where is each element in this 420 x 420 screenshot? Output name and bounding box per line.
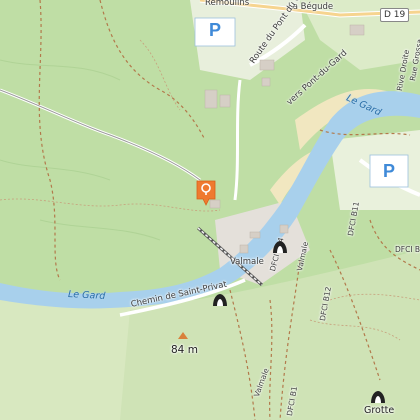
parking-icon-east[interactable]: P (376, 159, 402, 183)
road-shield-d19: D 19 (380, 8, 410, 22)
map-canvas[interactable]: Remoulins La Bégude D 19 Route du Pont d… (0, 0, 420, 420)
label-elevation: 84 m (171, 344, 198, 356)
label-valmale-town: Valmale (230, 257, 264, 267)
cave-icon[interactable] (370, 390, 386, 404)
label-le-gard-west: Le Gard (67, 289, 106, 302)
label-dfci-b11a: DFCI B11a (395, 245, 420, 254)
peak-icon (178, 332, 188, 339)
cave-icon[interactable] (212, 293, 228, 307)
label-remoulins: Remoulins (205, 0, 250, 8)
cave-icon[interactable] (272, 240, 288, 254)
label-grotte: Grotte (364, 405, 395, 416)
parking-icon-north[interactable]: P (202, 18, 228, 42)
location-pin-icon[interactable] (195, 179, 217, 207)
